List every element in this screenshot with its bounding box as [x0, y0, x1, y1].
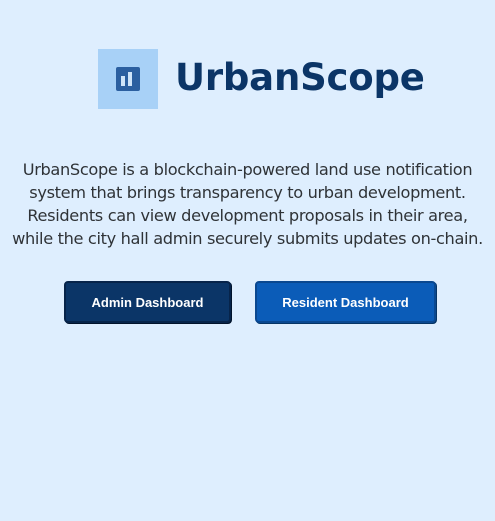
intro-description: UrbanScope is a blockchain-powered land …	[12, 160, 483, 248]
app-title: UrbanScope	[175, 55, 425, 99]
app-header: UrbanScope	[98, 49, 425, 109]
admin-dashboard-button[interactable]: Admin Dashboard	[64, 281, 231, 323]
bar-chart-icon	[116, 67, 140, 91]
landing-page: UrbanScope UrbanScope is a blockchain-po…	[0, 0, 495, 521]
dashboard-buttons: Admin Dashboard Resident Dashboard	[64, 281, 436, 323]
resident-dashboard-button[interactable]: Resident Dashboard	[255, 281, 436, 323]
app-logo	[98, 49, 158, 109]
